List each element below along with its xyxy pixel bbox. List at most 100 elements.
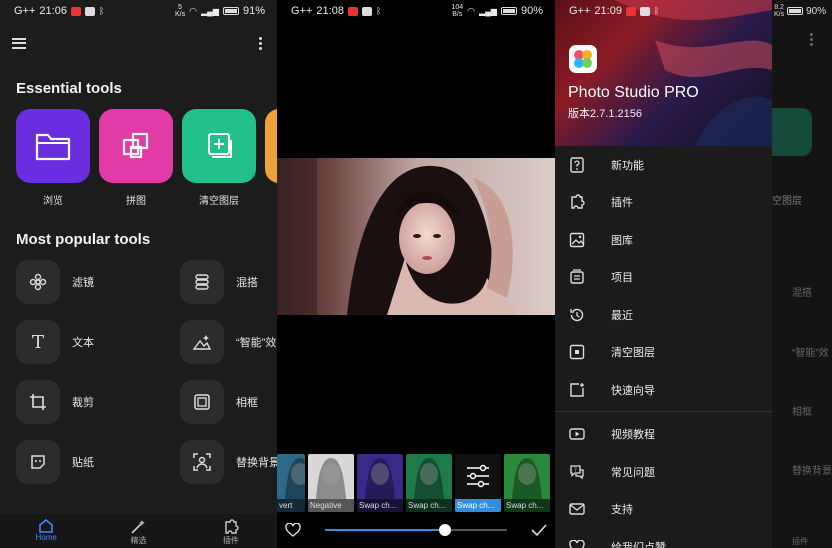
text-icon: T bbox=[31, 331, 44, 353]
menu-faq[interactable]: ? 常见问题 bbox=[555, 453, 772, 491]
flower-filter-icon bbox=[29, 273, 47, 291]
tool-empty-layer[interactable]: 清空图层 bbox=[182, 109, 256, 207]
filter-thumbnail[interactable]: Swap ch... bbox=[406, 454, 452, 512]
navigation-drawer-screen: 空图层 混搭 “智能”效 相框 替换背景 插件 G++ 21:09 ᛒ Phot… bbox=[555, 0, 832, 548]
popular-tools-title: Most popular tools bbox=[16, 231, 151, 248]
video-tutorial-icon bbox=[569, 428, 585, 440]
collage-icon bbox=[122, 132, 149, 159]
filter-thumbnail[interactable]: vert bbox=[277, 454, 305, 512]
projects-icon bbox=[570, 269, 584, 284]
replace-background-icon bbox=[193, 453, 211, 471]
drawer-menu: 新功能 插件 图库 项目 最近 清空图层 快速向导 视频教程 ? 常见问题 支持… bbox=[555, 146, 772, 548]
apply-check-icon[interactable] bbox=[531, 523, 547, 537]
network-speed: 5 K/s bbox=[175, 4, 186, 18]
menu-video-tutorials[interactable]: 视频教程 bbox=[555, 416, 772, 454]
menu-empty-layer[interactable]: 清空图层 bbox=[555, 334, 772, 372]
filter-preview-image bbox=[365, 458, 395, 499]
app-toolbar bbox=[0, 22, 277, 64]
nfc-icon bbox=[84, 6, 95, 16]
nfc-icon bbox=[361, 6, 372, 16]
frame-icon bbox=[194, 394, 210, 410]
tool-label: “智能”效 bbox=[236, 337, 277, 349]
home-screen: G++ 21:06 ᛒ 5 K/s ◠ ▂▄▆ 91% Essential too… bbox=[0, 0, 277, 548]
behind-label: 相框 bbox=[792, 407, 812, 418]
nav-label: Home bbox=[35, 533, 57, 542]
menu-recent[interactable]: 最近 bbox=[555, 296, 772, 334]
behind-label: 空图层 bbox=[772, 196, 802, 207]
filter-label: Swap ch... bbox=[455, 499, 501, 512]
nav-plugins[interactable]: 插件 bbox=[185, 514, 277, 548]
tool-label: 贴纸 bbox=[72, 457, 94, 469]
tool-text[interactable]: T 文本 bbox=[16, 320, 180, 364]
menu-label: 项目 bbox=[611, 272, 633, 285]
status-bar: G++ 21:06 ᛒ 5 K/s ◠ ▂▄▆ 91% bbox=[0, 0, 277, 22]
filter-thumbnail[interactable]: Swap ch... bbox=[455, 454, 501, 512]
portrait-image bbox=[277, 158, 555, 315]
battery-percent: 90% bbox=[520, 5, 543, 17]
menu-rate-us[interactable]: 给我们点赞 bbox=[555, 528, 772, 548]
nav-featured[interactable]: 精选 bbox=[92, 514, 184, 548]
battery-icon bbox=[222, 7, 239, 15]
tool-filters[interactable]: 滤镜 bbox=[16, 260, 180, 304]
menu-plugins[interactable]: 插件 bbox=[555, 184, 772, 222]
menu-label: 图库 bbox=[611, 234, 633, 247]
bluetooth-icon: ᛒ bbox=[98, 6, 105, 16]
tool-stickers[interactable]: 贴纸 bbox=[16, 440, 180, 484]
menu-support[interactable]: 支持 bbox=[555, 491, 772, 529]
heart-icon[interactable] bbox=[285, 523, 301, 537]
tool-crop[interactable]: 裁剪 bbox=[16, 380, 180, 424]
more-options-icon[interactable] bbox=[259, 36, 263, 50]
behind-label: 插件 bbox=[792, 537, 808, 546]
tool-label: 浏览 bbox=[43, 196, 63, 207]
battery-percent: 90% bbox=[806, 5, 827, 17]
intensity-slider[interactable] bbox=[325, 524, 507, 536]
drawer-header: G++ 21:09 ᛒ Photo Studio PRO 版本2.7.1.215… bbox=[555, 0, 772, 146]
quick-guide-icon bbox=[570, 382, 584, 397]
filter-thumbnail[interactable]: Negative bbox=[308, 454, 354, 512]
menu-whats-new[interactable]: 新功能 bbox=[555, 146, 772, 184]
clock: 21:09 bbox=[594, 5, 622, 17]
notification-icon bbox=[625, 6, 636, 16]
clock: 21:06 bbox=[39, 5, 67, 17]
tool-smart-effects[interactable]: “智能”效 bbox=[180, 320, 277, 364]
menu-projects[interactable]: 项目 bbox=[555, 259, 772, 297]
menu-icon[interactable] bbox=[12, 37, 26, 49]
signal-icon: ▂▄▆ bbox=[200, 6, 219, 16]
carrier-label: G++ bbox=[569, 5, 591, 17]
tool-frame[interactable]: 相框 bbox=[180, 380, 277, 424]
tool-label: 文本 bbox=[72, 337, 94, 349]
mail-icon bbox=[569, 503, 585, 515]
plugin-icon bbox=[225, 519, 239, 534]
battery-icon bbox=[787, 7, 804, 15]
menu-label: 新功能 bbox=[611, 159, 644, 172]
filter-editor-screen: G++ 21:08 ᛒ 104 B/s ◠ ▂▄▆ 90% vert Negat… bbox=[277, 0, 555, 548]
filter-thumbnail[interactable]: Swap ch... bbox=[504, 454, 550, 512]
tool-label: 替换背景 bbox=[236, 457, 277, 469]
photo-preview[interactable] bbox=[277, 158, 555, 315]
sparkle-effect-icon bbox=[192, 335, 212, 350]
tool-collage[interactable]: 拼图 bbox=[99, 109, 173, 207]
slider-handle[interactable] bbox=[439, 524, 452, 536]
dimmed-background[interactable]: 空图层 混搭 “智能”效 相框 替换背景 插件 bbox=[762, 0, 832, 548]
clock: 21:08 bbox=[316, 5, 344, 17]
signal-icon: ▂▄▆ bbox=[478, 6, 497, 16]
nav-home[interactable]: Home bbox=[0, 514, 92, 548]
filter-label: Negative bbox=[308, 499, 354, 512]
tool-browse[interactable]: 浏览 bbox=[16, 109, 90, 207]
menu-label: 视频教程 bbox=[611, 429, 655, 442]
bottom-navigation: Home 精选 插件 bbox=[0, 514, 277, 548]
menu-label: 快速向导 bbox=[611, 384, 655, 397]
menu-gallery[interactable]: 图库 bbox=[555, 221, 772, 259]
tool-partial[interactable] bbox=[265, 109, 277, 207]
tool-label: 滤镜 bbox=[72, 277, 94, 289]
nfc-icon bbox=[639, 6, 650, 16]
crop-icon bbox=[30, 394, 46, 410]
adjust-sliders-icon bbox=[467, 464, 489, 488]
bluetooth-icon: ᛒ bbox=[653, 6, 660, 16]
tool-label: 相框 bbox=[236, 397, 258, 409]
tool-replace-background[interactable]: 替换背景 bbox=[180, 440, 277, 484]
filter-label: Swap ch... bbox=[357, 499, 403, 512]
filter-thumbnail[interactable]: Swap ch... bbox=[357, 454, 403, 512]
menu-quick-guide[interactable]: 快速向导 bbox=[555, 371, 772, 409]
tool-mix[interactable]: 混搭 bbox=[180, 260, 277, 304]
